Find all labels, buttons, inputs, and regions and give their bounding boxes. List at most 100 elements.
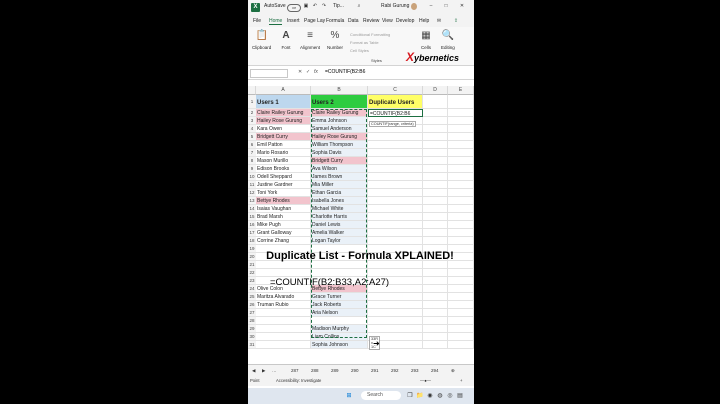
row-header[interactable]: 3 <box>248 117 256 125</box>
redo-icon[interactable]: ↷ <box>321 3 327 10</box>
cell[interactable] <box>368 173 423 181</box>
cell[interactable] <box>368 197 423 205</box>
cell[interactable] <box>423 181 448 189</box>
cell[interactable] <box>423 221 448 229</box>
cell[interactable] <box>368 293 423 301</box>
cell[interactable]: Bridgett Curry <box>256 133 311 141</box>
row-header[interactable]: 9 <box>248 165 256 173</box>
row-header[interactable]: 30 <box>248 333 256 341</box>
cell[interactable]: Toni York <box>256 189 311 197</box>
cell[interactable] <box>423 269 448 277</box>
cell[interactable] <box>448 141 474 149</box>
cell[interactable] <box>448 109 474 117</box>
cell[interactable]: Bettye Rhodes <box>256 197 311 205</box>
number-group[interactable]: % Number <box>327 30 343 50</box>
row-header[interactable]: 21 <box>248 261 256 269</box>
cell[interactable]: Sophia Johnson <box>311 341 368 349</box>
sheet-tab[interactable]: 291 <box>371 368 379 373</box>
clipboard-group[interactable]: 📋 Clipboard <box>252 30 271 50</box>
cell[interactable] <box>423 109 448 117</box>
cell[interactable]: Kara Owen <box>256 125 311 133</box>
cell[interactable] <box>423 317 448 325</box>
column-header-b[interactable]: B <box>311 86 368 95</box>
cell[interactable] <box>423 301 448 309</box>
sheet-tab[interactable]: 294 <box>431 368 439 373</box>
cell[interactable] <box>368 317 423 325</box>
cell[interactable]: Isaias Vaughan <box>256 205 311 213</box>
avatar[interactable] <box>411 3 417 10</box>
row-header[interactable]: 29 <box>248 325 256 333</box>
header-cell-b[interactable]: Users 2 <box>311 95 368 109</box>
cell[interactable]: Claire Railey Gurung <box>256 109 311 117</box>
cell[interactable] <box>448 317 474 325</box>
cell[interactable] <box>448 149 474 157</box>
row-header[interactable]: 22 <box>248 269 256 277</box>
edge-icon[interactable]: ◉ <box>426 392 434 400</box>
formula-input[interactable]: =COUNTIF(B2:B6 <box>325 69 365 75</box>
row-header[interactable]: 23 <box>248 277 256 285</box>
name-box[interactable] <box>250 69 288 78</box>
tab-formulas[interactable]: Formula <box>326 18 344 24</box>
row-header[interactable]: 16 <box>248 221 256 229</box>
cell[interactable] <box>448 205 474 213</box>
cell[interactable] <box>368 301 423 309</box>
add-sheet-icon[interactable]: ⊕ <box>451 368 455 374</box>
chrome-icon[interactable]: ◎ <box>446 392 454 400</box>
cell-styles-button[interactable]: Cell Styles <box>350 48 369 53</box>
tab-page-layout[interactable]: Page Lay <box>304 18 325 24</box>
cell[interactable]: Hailey Rose Gurung <box>256 117 311 125</box>
row-header[interactable]: 25 <box>248 293 256 301</box>
row-header[interactable]: 27 <box>248 309 256 317</box>
cell[interactable] <box>256 261 311 269</box>
cell[interactable]: Justine Gardner <box>256 181 311 189</box>
tab-developer[interactable]: Develop <box>396 18 414 24</box>
cell[interactable] <box>448 181 474 189</box>
column-header-e[interactable]: E <box>448 86 474 95</box>
cell[interactable] <box>368 165 423 173</box>
cell[interactable] <box>423 157 448 165</box>
cell[interactable] <box>368 133 423 141</box>
cell[interactable] <box>423 293 448 301</box>
cell[interactable] <box>256 333 311 341</box>
cell[interactable] <box>256 317 311 325</box>
autosave-toggle[interactable]: Off <box>287 4 301 12</box>
cell[interactable] <box>423 141 448 149</box>
cell[interactable] <box>368 149 423 157</box>
row-header[interactable]: 31 <box>248 341 256 349</box>
cell[interactable] <box>423 189 448 197</box>
cell[interactable]: Mario Rosario <box>256 149 311 157</box>
cell[interactable] <box>368 205 423 213</box>
undo-icon[interactable]: ↶ <box>312 3 318 10</box>
cell[interactable]: Edison Brooks <box>256 165 311 173</box>
cell[interactable] <box>368 237 423 245</box>
cell[interactable] <box>423 333 448 341</box>
cell[interactable] <box>448 125 474 133</box>
sheet-tab[interactable]: 292 <box>391 368 399 373</box>
header-cell-c[interactable]: Duplicate Users <box>368 95 423 109</box>
cell[interactable] <box>448 221 474 229</box>
sheet-tab[interactable]: 287 <box>291 368 299 373</box>
row-header[interactable]: 14 <box>248 205 256 213</box>
row-header[interactable]: 5 <box>248 133 256 141</box>
cell[interactable] <box>423 95 448 109</box>
cell[interactable] <box>448 189 474 197</box>
cell[interactable] <box>423 197 448 205</box>
next-sheet-icon[interactable]: ▶ <box>262 368 265 374</box>
windows-start-icon[interactable]: ⊞ <box>345 392 353 400</box>
zoom-slider[interactable]: —●— <box>420 378 431 383</box>
sheet-tab[interactable]: 288 <box>311 368 319 373</box>
cell[interactable] <box>423 173 448 181</box>
tab-help[interactable]: Help <box>419 18 429 24</box>
tab-file[interactable]: File <box>253 18 261 24</box>
sheet-overflow-icon[interactable]: … <box>272 368 277 373</box>
cell[interactable] <box>368 181 423 189</box>
cell[interactable] <box>423 229 448 237</box>
row-header[interactable]: 1 <box>248 95 256 109</box>
cell[interactable] <box>256 269 311 277</box>
row-header[interactable]: 11 <box>248 181 256 189</box>
cell[interactable] <box>256 325 311 333</box>
cell[interactable] <box>423 213 448 221</box>
sheet-tab[interactable]: 293 <box>411 368 419 373</box>
cell[interactable] <box>423 165 448 173</box>
select-all-corner[interactable] <box>248 86 256 95</box>
